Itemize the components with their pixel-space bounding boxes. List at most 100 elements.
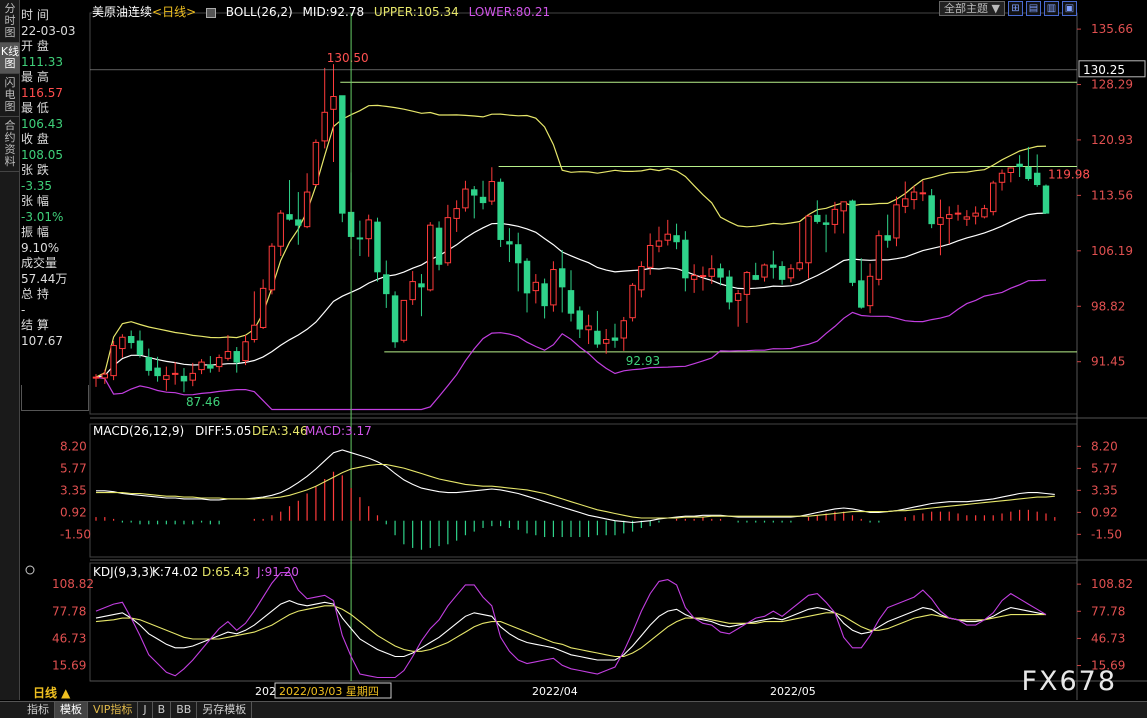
bottom-tab-6[interactable]: 另存模板: [197, 702, 253, 718]
price-tick-label: 128.29: [1091, 78, 1133, 92]
info-label: 总 持: [21, 287, 49, 301]
candle-body: [928, 195, 935, 225]
price-annotation: 92.93: [626, 354, 660, 368]
kdj-k-value: K:74.02: [152, 565, 198, 579]
date-axis-label: 2022/04: [532, 685, 578, 698]
candle-body: [585, 325, 592, 331]
candle-body: [770, 264, 777, 268]
candle-body: [514, 244, 522, 264]
info-value: 106.43: [21, 116, 63, 131]
boll-upper: UPPER:105.34: [373, 5, 459, 19]
price-annotation: 119.98: [1048, 168, 1090, 182]
side-tab-2[interactable]: 闪电图: [0, 74, 20, 117]
candle-body: [1025, 166, 1032, 180]
macd-tick-label-left: 5.77: [60, 461, 87, 475]
candle-body: [435, 227, 443, 265]
candle-body: [295, 219, 302, 226]
candle-body: [831, 208, 839, 225]
candle-body: [646, 244, 654, 268]
kdj-tick-label-right: 46.73: [1091, 631, 1125, 645]
bottom-tab-4[interactable]: B: [153, 702, 172, 718]
candle-body: [427, 224, 434, 291]
date-axis-label: 2022/05: [770, 685, 816, 698]
side-tab-1[interactable]: K线图: [0, 43, 20, 74]
chart-toolbar: 全部主题 ▼ ⊞ ▤ ▥ ▣: [939, 1, 1077, 16]
macd-tick-label-left: -1.50: [60, 527, 91, 541]
layout-columns-icon[interactable]: ▥: [1044, 1, 1059, 16]
candle-body: [1007, 167, 1015, 173]
layout-panel-icon[interactable]: ▣: [1062, 1, 1077, 16]
info-label: 最 低: [21, 101, 49, 115]
price-annotation: 87.46: [186, 395, 220, 409]
kdj-tick-label-left: 46.73: [52, 631, 86, 645]
cursor-date-label: 2022/03/03 星期四: [279, 685, 379, 698]
kdj-j-value: J:91.20: [256, 565, 299, 579]
candle-body: [224, 351, 232, 359]
period-button[interactable]: 日线 ▲: [33, 684, 70, 701]
boll-lower: LOWER:80.21: [468, 5, 551, 19]
info-label: 振 幅: [21, 225, 49, 239]
candle-body: [418, 283, 425, 288]
theme-dropdown[interactable]: 全部主题 ▼: [939, 1, 1005, 16]
kdj-panel-frame: [89, 562, 1078, 682]
macd-dea-line: [96, 463, 1055, 519]
bottom-tab-5[interactable]: BB: [171, 702, 198, 718]
candle-body: [145, 357, 153, 371]
info-value: 111.33: [21, 54, 63, 69]
candle-body: [743, 272, 751, 295]
info-value: 9.10%: [21, 240, 60, 255]
candle-body: [594, 330, 601, 345]
bottom-tab-1[interactable]: 模板: [55, 702, 88, 718]
view-tab-strip: 分时图 K线图 闪电图 合约资料: [0, 0, 20, 700]
info-label: 收 盘: [21, 132, 49, 146]
candle-body: [233, 351, 240, 363]
chevron-down-icon: ▼: [991, 2, 1000, 15]
candle-body: [198, 361, 205, 371]
bottom-tab-3[interactable]: J: [138, 702, 153, 718]
macd-dea-value: DEA:3.46: [252, 424, 308, 438]
side-tab-0[interactable]: 分时图: [0, 0, 20, 43]
candle-body: [682, 239, 689, 279]
candle-body: [471, 189, 478, 196]
macd-diff-value: DIFF:5.05: [195, 424, 251, 438]
layout-grid-icon[interactable]: ⊞: [1008, 1, 1023, 16]
candle-body: [805, 215, 812, 264]
candle-body: [937, 217, 944, 225]
chart-header: 美原油连续<日线> BOLL(26,2) MID:92.78 UPPER:105…: [92, 3, 556, 20]
candle-body: [127, 336, 135, 344]
candle-body: [215, 357, 223, 368]
candle-body: [576, 310, 584, 330]
candle-body: [954, 212, 962, 215]
candle-body: [690, 275, 698, 280]
info-value: 22-03-03: [21, 23, 76, 38]
info-label: 最 高: [21, 70, 49, 84]
bottom-tab-0[interactable]: 指标: [22, 702, 55, 718]
layout-list-icon[interactable]: ▤: [1026, 1, 1041, 16]
candle-body: [391, 295, 399, 343]
candle-body: [822, 222, 830, 225]
price-tick-label: 98.82: [1091, 299, 1125, 313]
candle-body: [946, 214, 953, 219]
macd-tick-label-left: 0.92: [60, 505, 87, 519]
candle-body: [884, 235, 891, 241]
candle-body: [180, 375, 188, 382]
candle-body: [919, 192, 927, 195]
candle-body: [400, 299, 408, 341]
candle-body: [752, 275, 759, 280]
candle-body: [708, 268, 715, 277]
bottom-tab-bar: 指标 模板 VIP指标 J B BB 另存模板: [0, 701, 1147, 718]
price-annotation: 130.50: [327, 51, 369, 65]
kdj-tick-label-left: 77.78: [52, 604, 86, 618]
candle-body: [312, 141, 320, 186]
chart-canvas[interactable]: 135.66 128.29 120.93 113.56 106.19 98.82 91.45…: [0, 0, 1147, 700]
kdj-j-line: [95, 572, 1047, 679]
bottom-tab-2[interactable]: VIP指标: [88, 702, 139, 718]
side-tab-3[interactable]: 合约资料: [0, 117, 20, 172]
candle-body: [638, 266, 645, 291]
theme-dropdown-label: 全部主题: [944, 2, 989, 15]
candle-body: [356, 237, 364, 240]
candle-body: [453, 208, 460, 219]
candle-body: [506, 241, 513, 245]
boll-icon[interactable]: [205, 7, 216, 18]
candle-body: [154, 367, 161, 377]
